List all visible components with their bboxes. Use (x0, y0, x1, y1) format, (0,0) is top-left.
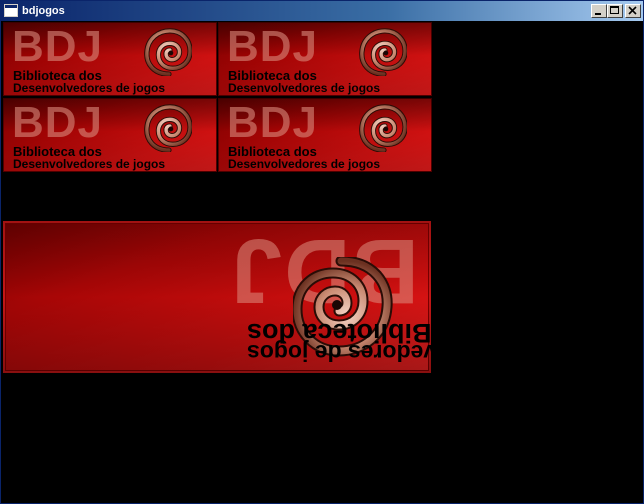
nautilus-shell-icon (144, 104, 192, 152)
app-window: bdjogos BDJ Biblioteca dos Desenvolvedor… (0, 0, 644, 504)
bdj-banner-tile: BDJ Biblioteca dos Desenvolvedores de jo… (218, 22, 432, 96)
tagline-line-2: Desenvolvedores de jogos (13, 157, 166, 171)
bdj-banner-large-rotated: BDJ Biblioteca dos Desenvolvedores de jo… (3, 221, 431, 373)
title-bar[interactable]: bdjogos (1, 1, 643, 21)
minimize-button[interactable] (591, 4, 607, 18)
close-button[interactable] (625, 4, 641, 18)
tagline-line-2: Desenvolvedores de jogos (13, 81, 166, 95)
tagline-line-2: Desenvolvedores de jogos (247, 340, 431, 366)
window-title: bdjogos (22, 5, 65, 17)
bdj-logo-text: BDJ (12, 22, 104, 71)
maximize-icon (610, 6, 619, 14)
app-icon[interactable] (4, 4, 18, 17)
maximize-button[interactable] (607, 4, 623, 18)
bdj-banner-tile: BDJ Biblioteca dos Desenvolvedores de jo… (218, 98, 432, 172)
close-icon (628, 6, 637, 15)
nautilus-shell-icon (359, 104, 407, 152)
nautilus-shell-icon (144, 28, 192, 76)
render-canvas[interactable]: BDJ Biblioteca dos Desenvolvedores de jo… (1, 21, 643, 503)
bdj-logo-text: BDJ (227, 22, 319, 71)
bdj-logo-text: BDJ (12, 98, 104, 147)
bdj-banner-tile: BDJ Biblioteca dos Desenvolvedores de jo… (3, 98, 217, 172)
bdj-logo-text: BDJ (227, 98, 319, 147)
tagline-line-2: Desenvolvedores de jogos (228, 157, 381, 171)
bdj-banner-tile: BDJ Biblioteca dos Desenvolvedores de jo… (3, 22, 217, 96)
tagline-line-2: Desenvolvedores de jogos (228, 81, 381, 95)
minimize-icon (595, 13, 601, 15)
nautilus-shell-icon (359, 28, 407, 76)
